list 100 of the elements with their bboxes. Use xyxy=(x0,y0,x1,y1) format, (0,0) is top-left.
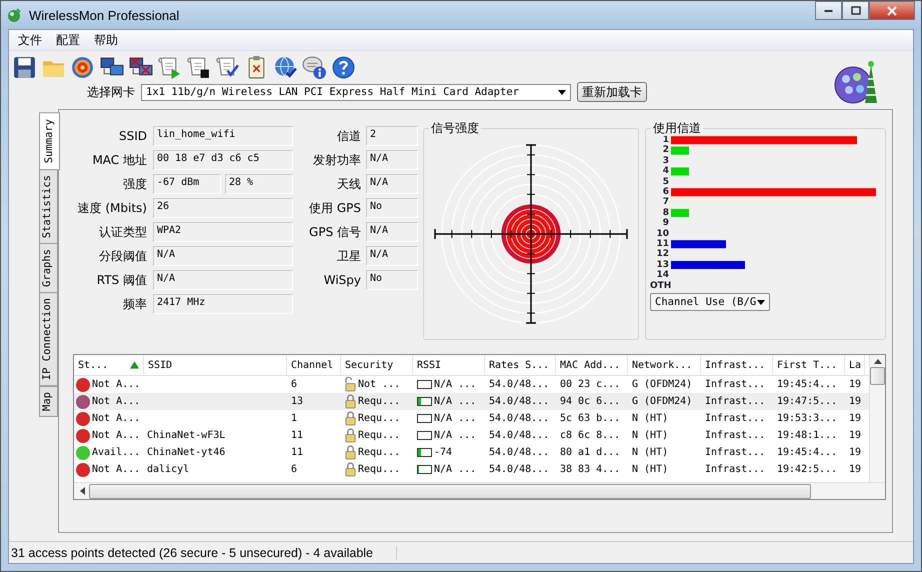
value-field: N/A xyxy=(366,174,418,194)
table-cell: N/A ... xyxy=(434,379,476,390)
table-cell: 54.0/48... xyxy=(489,464,550,475)
reload-adapter-button[interactable]: 重新加载卡 xyxy=(577,82,647,102)
value-field: N/A xyxy=(366,222,418,242)
target-icon[interactable] xyxy=(70,55,95,80)
table-cell: 19 xyxy=(849,396,862,407)
table-cell: N/A ... xyxy=(434,430,476,441)
menu-item[interactable]: 帮助 xyxy=(87,32,125,48)
column-header[interactable]: SSID xyxy=(144,355,287,375)
channel-label: 14 xyxy=(655,270,670,281)
table-cell: N (HT) xyxy=(632,464,668,475)
table-cell: dalicyl xyxy=(147,464,190,475)
table-cell: Requ... xyxy=(358,396,400,407)
table-cell: G (OFDM24) xyxy=(632,396,692,407)
column-header[interactable]: Infrast... xyxy=(701,355,773,375)
value-field: N/A xyxy=(366,150,418,170)
table-cell: c8 6c 8... xyxy=(560,430,620,441)
scrollbar-thumb[interactable] xyxy=(870,367,885,385)
window-title: WirelessMon Professional xyxy=(29,8,180,22)
table-cell: N/A ... xyxy=(434,396,476,407)
vertical-scrollbar[interactable] xyxy=(869,355,885,482)
side-tab[interactable]: IP Connection xyxy=(39,292,58,387)
side-tab[interactable]: Statistics xyxy=(39,169,58,244)
column-header[interactable]: MAC Add... xyxy=(556,355,628,375)
channel-mode-dropdown[interactable]: Channel Use (B/G xyxy=(650,293,770,312)
channel-label: 10 xyxy=(655,228,670,240)
field-label: 认证类型 xyxy=(98,224,147,241)
table-cell: Requ... xyxy=(358,413,400,424)
adapter-dropdown[interactable]: 1x1 11b/g/n Wireless LAN PCI Express Half Mini Card Adapter xyxy=(141,84,571,100)
table-cell: 54.0/48... xyxy=(489,379,550,390)
column-header[interactable]: La xyxy=(845,355,865,375)
column-header[interactable]: Channel xyxy=(287,355,341,375)
table-cell: 54.0/48... xyxy=(489,413,550,424)
minimize-icon xyxy=(824,10,833,12)
table-cell: 19:48:1... xyxy=(777,430,838,441)
table-cell: -74 xyxy=(434,447,452,458)
value-field: 2417 MHz xyxy=(153,294,293,314)
value-field: 28 % xyxy=(225,174,293,194)
table-cell: 19:45:4... xyxy=(777,379,838,390)
field-label: WiSpy xyxy=(322,272,361,289)
table-cell: 11 xyxy=(291,447,304,458)
column-header[interactable]: Network... xyxy=(628,355,701,375)
field-label: GPS 信号 xyxy=(308,224,361,241)
side-tab[interactable]: Summary xyxy=(39,112,60,170)
value-field: N/A xyxy=(153,246,293,266)
column-header[interactable]: First T... xyxy=(773,355,845,375)
value-field: WPA2 xyxy=(153,222,293,242)
field-label: 频率 xyxy=(122,296,147,313)
table-cell: Not A... xyxy=(92,379,140,390)
field-label: RTS 阈值 xyxy=(96,272,147,289)
column-header[interactable]: Rates S... xyxy=(485,355,556,375)
scrollbar-thumb[interactable] xyxy=(89,484,811,498)
table-cell: Requ... xyxy=(358,447,400,458)
side-tab[interactable]: Map xyxy=(39,386,58,417)
menu-item[interactable]: 配置 xyxy=(49,32,87,48)
value-field: lin_home_wifi xyxy=(153,126,293,146)
table-cell: Infrast... xyxy=(705,447,766,458)
close-button[interactable] xyxy=(869,1,915,20)
scroll-stop-icon[interactable] xyxy=(186,55,211,80)
column-header[interactable]: RSSI xyxy=(413,355,485,375)
status-text: 31 access points detected (26 secure - 5 unsecured) - 4 available xyxy=(11,546,397,560)
channel-label: 6 xyxy=(662,187,670,198)
value-field: 2 xyxy=(366,126,418,146)
field-label: 强度 xyxy=(122,176,147,193)
maximize-icon xyxy=(850,6,860,16)
column-header[interactable]: St... xyxy=(74,355,144,375)
table-cell: Not A... xyxy=(92,396,140,407)
table-cell: 19:47:5... xyxy=(777,396,838,407)
minimize-button[interactable] xyxy=(815,1,842,20)
save-icon[interactable] xyxy=(12,55,37,80)
field-label: 使用 GPS xyxy=(308,200,361,217)
help-icon[interactable] xyxy=(331,55,356,80)
field-label: 天线 xyxy=(336,176,361,193)
menu-item[interactable]: 文件 xyxy=(11,32,49,48)
table-cell: 19 xyxy=(849,464,862,475)
table-cell: ChinaNet-wF3L xyxy=(147,430,226,441)
close-icon xyxy=(887,6,897,16)
table-cell: Infrast... xyxy=(705,413,766,424)
horizontal-scrollbar[interactable] xyxy=(74,482,885,499)
scroll-play-icon[interactable] xyxy=(157,55,182,80)
table-cell: 80 a1 d... xyxy=(560,447,620,458)
table-cell: 19 xyxy=(849,379,862,390)
table-cell: Avail... xyxy=(92,447,140,458)
side-tab[interactable]: Graphs xyxy=(39,243,58,294)
table-cell: Not ... xyxy=(358,379,400,390)
field-label: 卫星 xyxy=(336,248,361,265)
column-header[interactable]: Security xyxy=(341,355,413,375)
field-label: SSID xyxy=(118,128,147,145)
table-cell: 19 xyxy=(849,413,862,424)
globe-check-icon[interactable] xyxy=(273,55,298,80)
channel-label: 8 xyxy=(662,208,670,218)
maximize-button[interactable] xyxy=(842,1,869,20)
table-cell: Not A... xyxy=(92,464,140,475)
table-cell: Not A... xyxy=(92,430,140,441)
chat-info-icon[interactable] xyxy=(302,55,327,80)
channel-label: 7 xyxy=(662,197,670,208)
table-cell: 19:42:5... xyxy=(777,464,838,475)
field-label: 速度 (Mbits) xyxy=(76,200,147,217)
table-cell: ChinaNet-yt46 xyxy=(147,447,226,458)
